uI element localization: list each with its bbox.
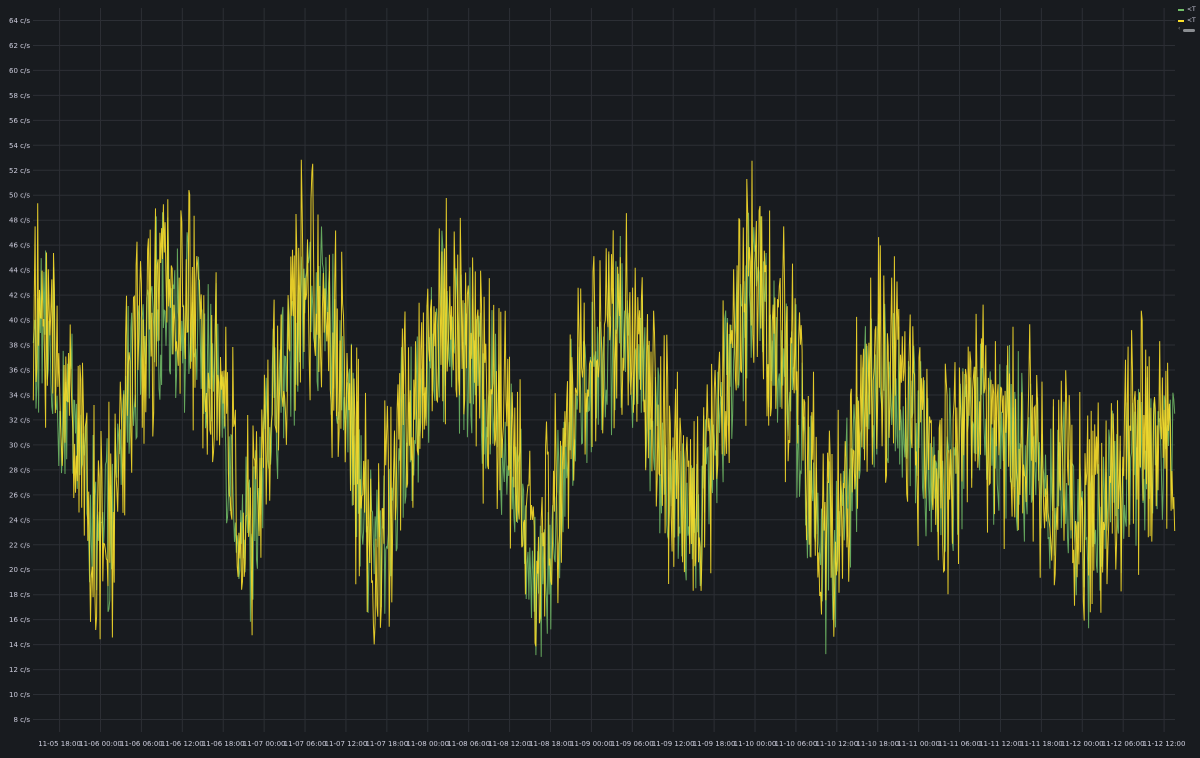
y-tick-label: 18 c/s bbox=[9, 591, 30, 599]
series-layer bbox=[32, 159, 1176, 657]
x-tick-label: 11-06 18:00 bbox=[202, 740, 245, 748]
x-tick-label: 11-09 06:00 bbox=[611, 740, 654, 748]
time-series-chart: 8 c/s 10 c/s 12 c/s 14 c/s 16 c/s 18 c/s 20 c/… bbox=[9, 8, 1185, 748]
y-tick-label: 14 c/s bbox=[9, 641, 30, 649]
x-tick-label: 11-10 12:00 bbox=[815, 740, 858, 748]
y-tick-label: 26 c/s bbox=[9, 491, 30, 499]
x-tick-label: 11-07 12:00 bbox=[325, 740, 368, 748]
x-tick-label: 11-12 12:00 bbox=[1143, 740, 1186, 748]
x-tick-label: 11-06 12:00 bbox=[161, 740, 204, 748]
y-tick-label: 20 c/s bbox=[9, 566, 30, 574]
y-tick-label: 58 c/s bbox=[9, 92, 30, 100]
x-tick-label: 11-09 12:00 bbox=[652, 740, 695, 748]
y-tick-label: 12 c/s bbox=[9, 666, 30, 674]
y-tick-label: 8 c/s bbox=[13, 716, 30, 724]
y-tick-label: 48 c/s bbox=[9, 217, 30, 225]
y-tick-label: 54 c/s bbox=[9, 142, 30, 150]
y-tick-label: 42 c/s bbox=[9, 292, 30, 300]
scroll-left-icon[interactable]: ‹ bbox=[1178, 25, 1180, 32]
y-tick-label: 44 c/s bbox=[9, 267, 30, 275]
x-tick-label: 11-11 06:00 bbox=[938, 740, 981, 748]
legend-label: <T bbox=[1187, 17, 1196, 24]
x-tick-label: 11-10 18:00 bbox=[856, 740, 899, 748]
y-tick-label: 10 c/s bbox=[9, 691, 30, 699]
y-tick-label: 40 c/s bbox=[9, 317, 30, 325]
y-tick-label: 32 c/s bbox=[9, 416, 30, 424]
x-tick-label: 11-07 06:00 bbox=[284, 740, 327, 748]
legend-label: <T bbox=[1187, 6, 1196, 13]
x-tick-label: 11-06 00:00 bbox=[79, 740, 122, 748]
x-tick-label: 11-08 18:00 bbox=[529, 740, 572, 748]
x-tick-label: 11-09 00:00 bbox=[570, 740, 613, 748]
x-tick-label: 11-08 12:00 bbox=[488, 740, 531, 748]
y-tick-label: 38 c/s bbox=[9, 342, 30, 350]
legend: <T <T ‹ bbox=[1178, 4, 1200, 32]
legend-swatch bbox=[1178, 19, 1184, 22]
legend-item-series-1[interactable]: <T bbox=[1178, 4, 1200, 15]
x-tick-label: 11-08 00:00 bbox=[406, 740, 449, 748]
y-tick-label: 56 c/s bbox=[9, 117, 30, 125]
y-tick-label: 46 c/s bbox=[9, 242, 30, 250]
y-tick-label: 52 c/s bbox=[9, 167, 30, 175]
y-tick-label: 28 c/s bbox=[9, 466, 30, 474]
x-tick-label: 11-10 06:00 bbox=[775, 740, 818, 748]
x-tick-label: 11-08 06:00 bbox=[447, 740, 490, 748]
y-axis: 8 c/s 10 c/s 12 c/s 14 c/s 16 c/s 18 c/s 20 c/… bbox=[9, 17, 30, 724]
y-tick-label: 24 c/s bbox=[9, 516, 30, 524]
y-tick-label: 22 c/s bbox=[9, 541, 30, 549]
legend-item-series-2[interactable]: <T bbox=[1178, 15, 1200, 26]
x-tick-label: 11-06 06:00 bbox=[120, 740, 163, 748]
y-tick-label: 34 c/s bbox=[9, 391, 30, 399]
x-axis: 11-05 18:0011-06 00:0011-06 06:0011-06 1… bbox=[38, 740, 1185, 748]
y-tick-label: 64 c/s bbox=[9, 17, 30, 25]
y-tick-label: 16 c/s bbox=[9, 616, 30, 624]
legend-swatch bbox=[1178, 8, 1184, 11]
y-tick-label: 60 c/s bbox=[9, 67, 30, 75]
y-tick-label: 62 c/s bbox=[9, 42, 30, 50]
x-tick-label: 11-12 00:00 bbox=[1061, 740, 1104, 748]
y-tick-label: 36 c/s bbox=[9, 367, 30, 375]
legend-scrollbar[interactable]: ‹ bbox=[1178, 25, 1198, 32]
x-tick-label: 11-07 00:00 bbox=[243, 740, 286, 748]
series-line-2 bbox=[32, 159, 1176, 647]
y-tick-label: 50 c/s bbox=[9, 192, 30, 200]
x-tick-label: 11-11 00:00 bbox=[897, 740, 940, 748]
x-tick-label: 11-11 18:00 bbox=[1020, 740, 1063, 748]
x-tick-label: 11-10 00:00 bbox=[734, 740, 777, 748]
x-tick-label: 11-09 18:00 bbox=[693, 740, 736, 748]
x-tick-label: 11-05 18:00 bbox=[38, 740, 81, 748]
x-tick-label: 11-12 06:00 bbox=[1102, 740, 1145, 748]
x-tick-label: 11-11 12:00 bbox=[979, 740, 1022, 748]
y-tick-label: 30 c/s bbox=[9, 441, 30, 449]
scroll-thumb[interactable] bbox=[1183, 29, 1195, 32]
x-tick-label: 11-07 18:00 bbox=[365, 740, 408, 748]
